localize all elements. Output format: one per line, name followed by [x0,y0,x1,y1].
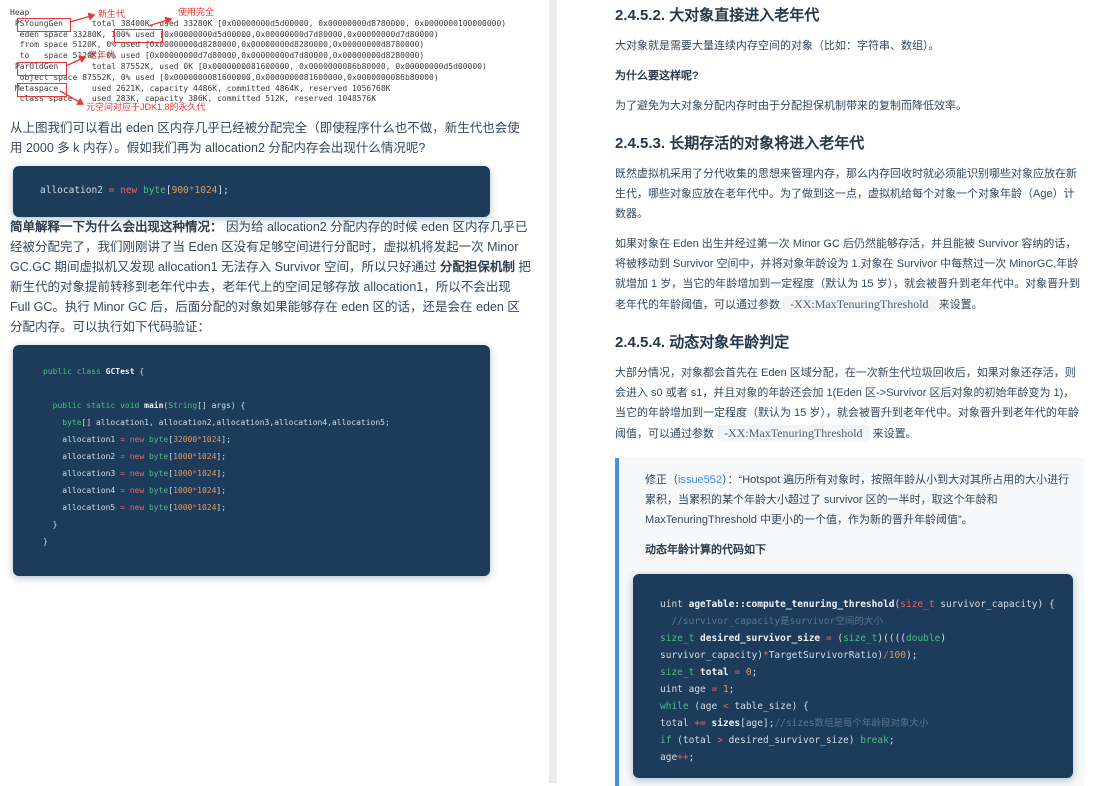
red-box-psyounggen [17,18,71,32]
red-box-100-used [114,29,163,43]
annotation-used-full: 使用完全 [178,8,214,17]
right-page: 2.4.5.2. 大对象直接进入老年代 大对象就是需要大量连续内存空间的对象（比… [557,0,1096,783]
heap-dump-figure: Heap PSYoungGen total 38400K, used 33280… [10,6,531,118]
age-text-post: 来设置。 [936,299,983,311]
heading-2452: 2.4.5.2. 大对象直接进入老年代 [615,6,1085,26]
bold-why: 为什么要这样呢? [615,70,699,82]
quote-pre: 修正（ [645,474,678,486]
paragraph-generational: 既然虚拟机采用了分代收集的思想来管理内存，那么内存回收时就必须能识别哪些对象应放… [615,164,1085,224]
paragraph-dynamic-age: 大部分情况，对象都会首先在 Eden 区域分配，在一次新生代垃圾回收后，如果对象… [615,363,1085,444]
heading-2454: 2.4.5.4. 动态对象年龄判定 [615,333,1085,353]
left-page: Heap PSYoungGen total 38400K, used 33280… [0,0,549,783]
quote-bold-line: 动态年龄计算的代码如下 [645,540,1073,560]
bold-allocation-guarantee: 分配担保机制 [440,260,515,274]
page-divider [549,0,557,783]
inline-code-maxtenuring-1: -XX:MaxTenuringThreshold [783,296,935,312]
quote-paragraph: 修正（issue552）：“Hotspot 遍历所有对象时，按照年龄从小到大对其… [645,470,1073,530]
paragraph-explanation: 简单解释一下为什么会出现这种情况： 因为给 allocation2 分配内存的时… [10,217,531,337]
document-view: Heap PSYoungGen total 38400K, used 33280… [0,0,1096,783]
correction-blockquote: 修正（issue552）：“Hotspot 遍历所有对象时，按照年龄从小到大对其… [615,458,1085,786]
red-box-paroldgen [17,62,67,76]
annotation-old-gen: 老年代 [88,51,115,60]
paragraph-avoid-copy: 为了避免为大对象分配内存时由于分配担保机制带来的复制而降低效率。 [615,96,1085,116]
paragraph-age-threshold: 如果对象在 Eden 出生并经过第一次 Minor GC 后仍然能够存活，并且能… [615,234,1085,315]
inline-code-maxtenuring-2: -XX:MaxTenuringThreshold [717,425,869,441]
annotation-young-gen: 新生代 [98,10,125,19]
paragraph-eden-full: 从上图我们可以看出 eden 区内存几乎已经被分配完全（即使程序什么也不做，新生… [10,118,531,158]
code-block-allocation2: allocation2 = new byte[900*1024]; [13,166,490,217]
issue552-link[interactable]: issue552 [678,474,722,486]
bold-dynamic-age-code: 动态年龄计算的代码如下 [645,544,766,556]
heading-2453: 2.4.5.3. 长期存活的对象将进入老年代 [615,134,1085,154]
dynamic-age-post: 来设置。 [870,428,917,440]
bold-explanation-lead: 简单解释一下为什么会出现这种情况： [10,220,223,234]
code-block-tenuring-threshold: uint ageTable::compute_tenuring_threshol… [633,574,1073,778]
red-box-metaspace [17,83,67,97]
annotation-metaspace-note: 元空间对应于JDK1.8的永久代 [86,103,206,112]
code-block-gctest: public class GCTest { public static void… [13,345,490,576]
paragraph-why-bold: 为什么要这样呢? [615,66,1085,86]
paragraph-large-object: 大对象就是需要大量连续内存空间的对象（比如：字符串、数组）。 [615,36,1085,56]
